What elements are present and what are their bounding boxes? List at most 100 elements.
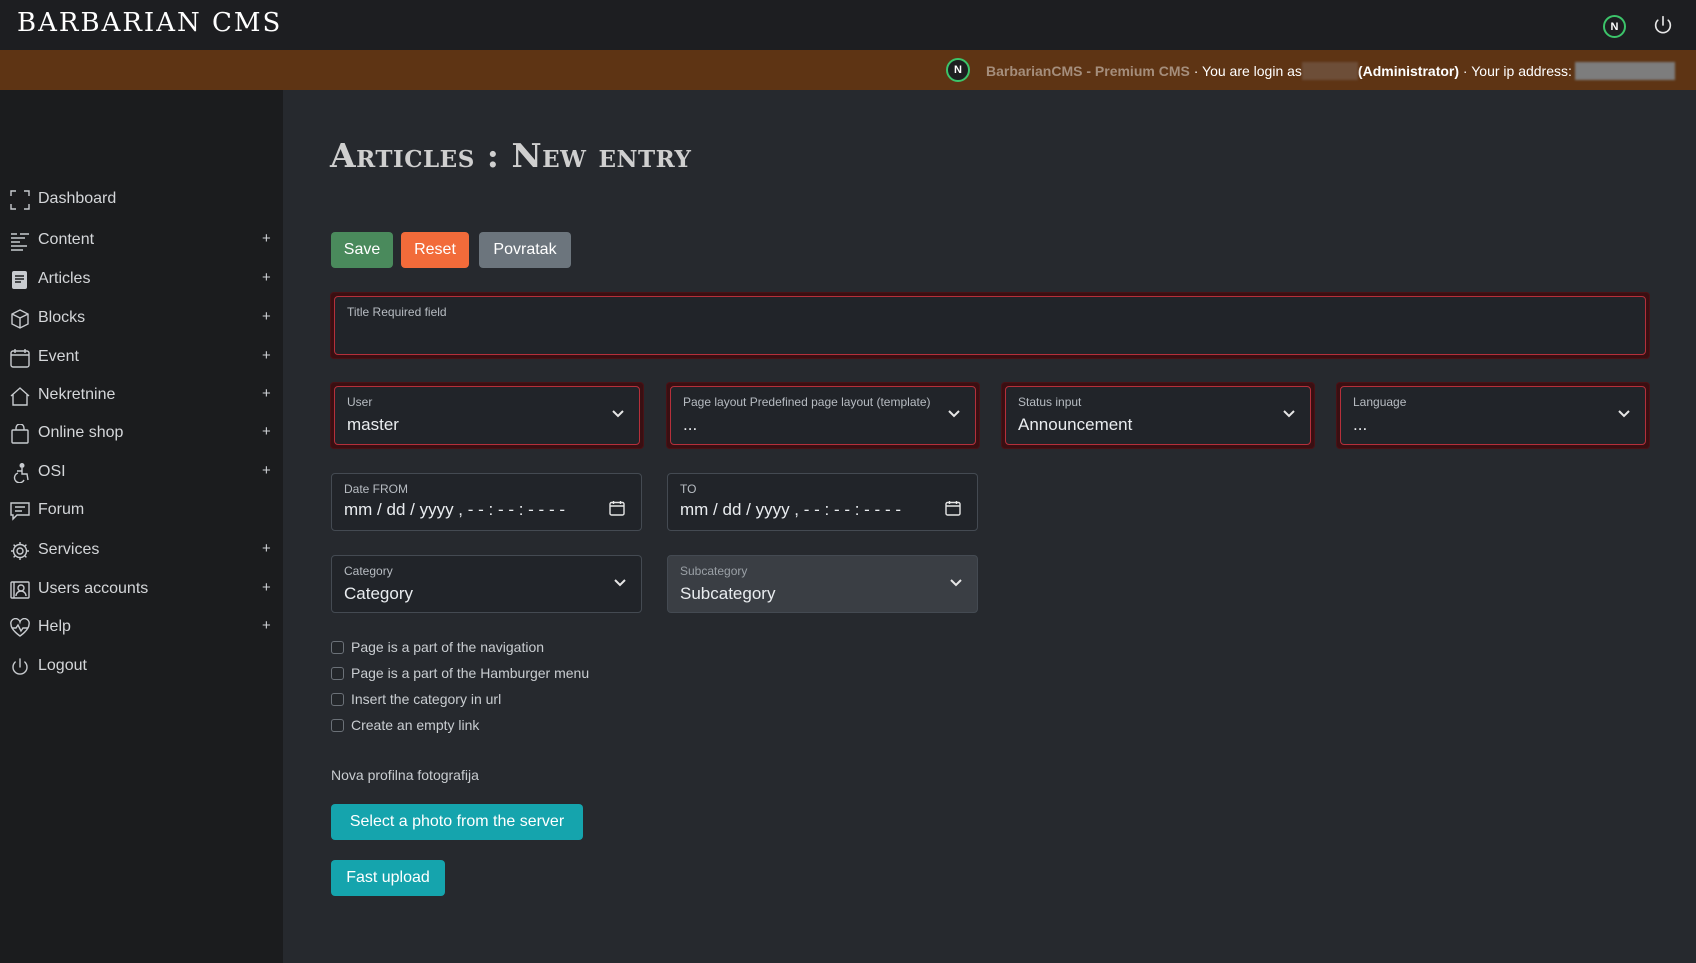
- language-value: ...: [1353, 415, 1368, 434]
- category-value: Category: [344, 584, 413, 603]
- shopping-bag-icon: [11, 424, 29, 444]
- sidebar-item-label: Services: [38, 541, 100, 558]
- sidebar-item-help[interactable]: Help +: [0, 610, 283, 646]
- power-icon[interactable]: [1652, 14, 1674, 36]
- house-icon: [10, 387, 30, 406]
- accessibility-icon: [13, 463, 29, 483]
- category-label: Category: [344, 564, 393, 578]
- title-field-label: Title Required field: [347, 305, 447, 319]
- page-layout-value: ...: [683, 415, 698, 434]
- sidebar-item-label: Nekretnine: [38, 386, 116, 403]
- expand-icon[interactable]: +: [262, 462, 271, 479]
- select-photo-button[interactable]: Select a photo from the server: [331, 804, 583, 840]
- login-info: BarbarianCMS - Premium CMS · You are log…: [986, 62, 1675, 80]
- heart-pulse-icon: [10, 618, 30, 637]
- date-to-label: TO: [680, 482, 697, 496]
- power-icon: [12, 658, 28, 675]
- sidebar-item-label: Help: [38, 618, 71, 635]
- expand-icon[interactable]: +: [262, 230, 271, 247]
- sidebar-item-label: Content: [38, 231, 95, 248]
- chevron-down-icon: [948, 410, 960, 418]
- subcategory-select: Subcategory Subcategory: [667, 555, 978, 613]
- top-navbar: BARBARIAN CMS N: [0, 0, 1696, 50]
- hamburger-checkbox[interactable]: [331, 666, 344, 680]
- chevron-down-icon: [950, 579, 962, 587]
- date-to-input[interactable]: TO mm / dd / yyyy , - - : - - : - - - -: [667, 473, 978, 531]
- chevron-down-icon: [612, 410, 624, 418]
- reset-button[interactable]: Reset: [401, 232, 469, 268]
- sidebar: Dashboard Content + Articles + Blocks + …: [0, 90, 283, 963]
- language-select[interactable]: Language ...: [1337, 383, 1649, 448]
- date-from-label: Date FROM: [344, 482, 409, 496]
- expand-icon[interactable]: +: [262, 269, 271, 286]
- nav-checkbox-row[interactable]: Page is a part of the navigation: [331, 639, 544, 655]
- category-select[interactable]: Category Category: [331, 555, 642, 613]
- checkbox-label: Page is a part of the navigation: [351, 639, 545, 655]
- notification-badge-icon[interactable]: N: [1603, 15, 1626, 38]
- nav-checkbox[interactable]: [331, 640, 344, 654]
- category-url-checkbox-row[interactable]: Insert the category in url: [331, 691, 501, 707]
- dashboard-icon: [10, 190, 30, 210]
- expand-icon[interactable]: +: [262, 308, 271, 325]
- language-label: Language: [1353, 395, 1407, 409]
- date-from-placeholder: mm / dd / yyyy , - - : - - : - - - -: [344, 500, 565, 519]
- expand-icon[interactable]: +: [262, 617, 271, 634]
- user-role: (Administrator): [1357, 63, 1460, 79]
- sidebar-item-content[interactable]: Content +: [0, 223, 283, 259]
- chevron-down-icon: [1283, 410, 1295, 418]
- profile-photo-label: Nova profilna fotografija: [331, 767, 479, 783]
- chevron-down-icon: [614, 579, 626, 587]
- sidebar-item-label: Users accounts: [38, 580, 149, 597]
- status-select[interactable]: Status input Announcement: [1002, 383, 1314, 448]
- sidebar-item-users-accounts[interactable]: Users accounts +: [0, 572, 283, 608]
- sidebar-item-forum[interactable]: Forum: [0, 493, 283, 529]
- calendar-icon[interactable]: [945, 500, 961, 516]
- page-layout-select[interactable]: Page layout Predefined page layout (temp…: [667, 383, 979, 448]
- content-icon: [11, 233, 29, 251]
- date-from-input[interactable]: Date FROM mm / dd / yyyy , - - : - - : -…: [331, 473, 642, 531]
- expand-icon[interactable]: +: [262, 540, 271, 557]
- checkbox-label: Page is a part of the Hamburger menu: [351, 665, 590, 681]
- user-select[interactable]: User master: [331, 383, 643, 448]
- sidebar-item-nekretnine[interactable]: Nekretnine +: [0, 378, 283, 414]
- product-name: BarbarianCMS - Premium CMS: [986, 63, 1190, 79]
- checkbox-label: Create an empty link: [351, 717, 480, 733]
- users-icon: [10, 581, 30, 599]
- save-button[interactable]: Save: [331, 232, 393, 268]
- sidebar-item-label: Logout: [38, 657, 87, 674]
- sidebar-item-label: OSI: [38, 463, 66, 480]
- sidebar-item-dashboard[interactable]: Dashboard: [0, 182, 283, 218]
- status-label: Status input: [1018, 395, 1082, 409]
- sidebar-item-osi[interactable]: OSI +: [0, 455, 283, 491]
- sidebar-item-online-shop[interactable]: Online shop +: [0, 416, 283, 452]
- calendar-icon: [10, 349, 30, 368]
- title-field[interactable]: Title Required field: [331, 293, 1649, 358]
- forum-icon: [10, 502, 30, 521]
- expand-icon[interactable]: +: [262, 347, 271, 364]
- sidebar-item-articles[interactable]: Articles +: [0, 262, 283, 298]
- page-layout-label: Page layout Predefined page layout (temp…: [683, 395, 931, 409]
- sidebar-item-logout[interactable]: Logout: [0, 649, 283, 685]
- empty-link-checkbox[interactable]: [331, 718, 344, 732]
- sidebar-item-blocks[interactable]: Blocks +: [0, 301, 283, 337]
- expand-icon[interactable]: +: [262, 423, 271, 440]
- category-url-checkbox[interactable]: [331, 692, 344, 706]
- hamburger-checkbox-row[interactable]: Page is a part of the Hamburger menu: [331, 665, 589, 681]
- fast-upload-button[interactable]: Fast upload: [331, 860, 445, 896]
- expand-icon[interactable]: +: [262, 385, 271, 402]
- page-title: Articles : New entry: [330, 136, 692, 175]
- expand-icon[interactable]: +: [262, 579, 271, 596]
- back-button[interactable]: Povratak: [479, 232, 571, 268]
- brand-logo[interactable]: BARBARIAN CMS: [17, 8, 282, 38]
- sidebar-item-services[interactable]: Services +: [0, 533, 283, 569]
- sidebar-item-event[interactable]: Event +: [0, 340, 283, 376]
- empty-link-checkbox-row[interactable]: Create an empty link: [331, 717, 479, 733]
- gear-icon: [11, 542, 29, 560]
- redacted-username: [1301, 62, 1358, 80]
- premium-badge-icon: N: [946, 58, 970, 82]
- calendar-icon[interactable]: [609, 500, 625, 516]
- chevron-down-icon: [1618, 410, 1630, 418]
- ip-prefix: · Your ip address:: [1459, 63, 1572, 79]
- checkbox-label: Insert the category in url: [351, 691, 502, 707]
- sidebar-item-label: Articles: [38, 270, 91, 287]
